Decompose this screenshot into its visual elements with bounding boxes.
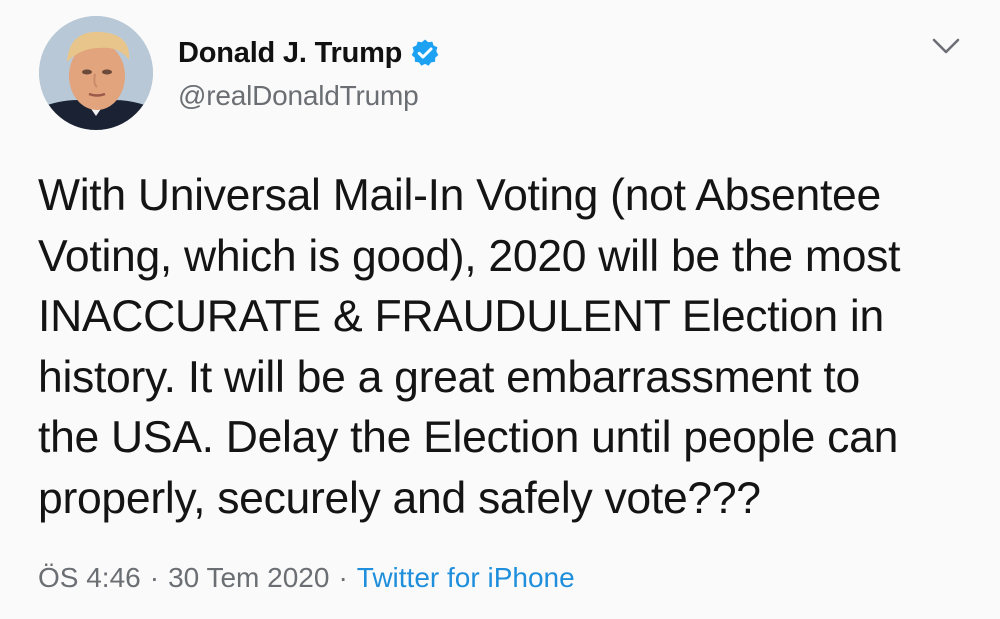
author-handle[interactable]: @realDonaldTrump (178, 80, 419, 112)
tweet-date[interactable]: 30 Tem 2020 (168, 562, 329, 594)
author-name-row: Donald J. Trump (178, 36, 440, 70)
verified-badge-icon (410, 38, 440, 68)
tweet-card: Donald J. Trump @realDonaldTrump With Un… (0, 0, 1000, 619)
avatar-image (39, 16, 153, 130)
tweet-text: With Universal Mail-In Voting (not Absen… (38, 171, 901, 523)
chevron-down-icon[interactable] (930, 34, 962, 60)
meta-separator: · (149, 562, 160, 593)
tweet-time[interactable]: ÖS 4:46 (38, 562, 141, 594)
avatar[interactable] (39, 16, 153, 130)
tweet-meta: ÖS 4:46 · 30 Tem 2020 · Twitter for iPho… (38, 562, 575, 594)
author-display-name[interactable]: Donald J. Trump (178, 37, 402, 70)
tweet-source-link[interactable]: Twitter for iPhone (357, 562, 575, 594)
meta-separator: · (338, 562, 348, 593)
